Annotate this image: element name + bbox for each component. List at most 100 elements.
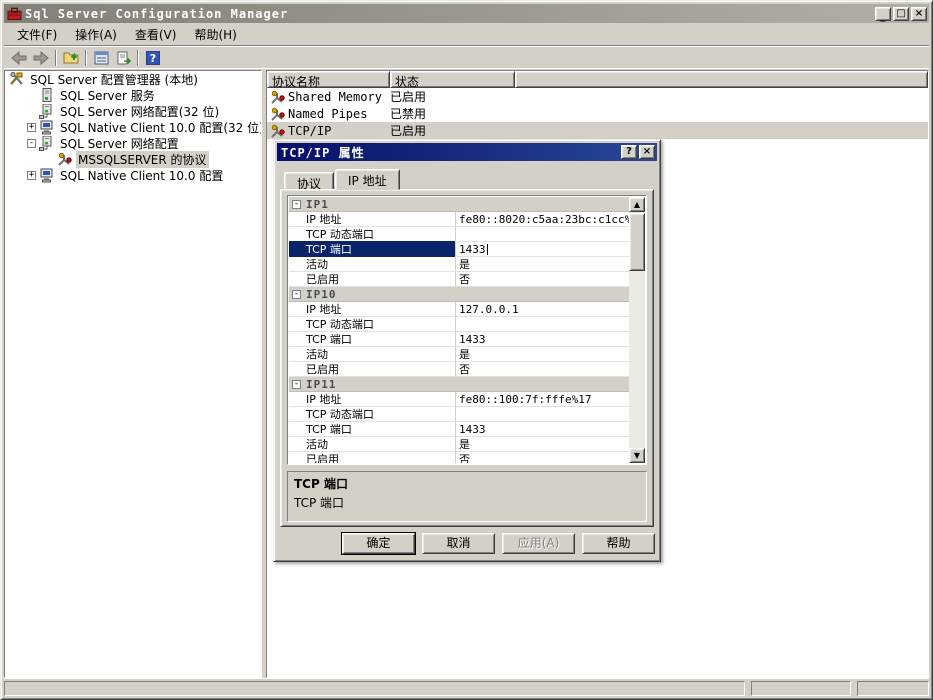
tree-item-2[interactable]: SQL Server 网络配置(32 位) — [5, 103, 261, 119]
column-header-blank[interactable] — [515, 71, 928, 88]
maximize-button[interactable]: □ — [893, 7, 909, 21]
section-name: IP11 — [306, 378, 337, 391]
grid-row-ip1-4[interactable]: 已启用否 — [289, 272, 629, 287]
column-header-status[interactable]: 状态 — [390, 71, 515, 88]
minimize-button[interactable]: _ — [875, 7, 891, 21]
expand-icon[interactable]: + — [27, 123, 36, 132]
cancel-button[interactable]: 取消 — [422, 533, 495, 554]
export-list-icon[interactable] — [112, 48, 134, 68]
console-tree-panel: SQL Server 配置管理器 (本地)SQL Server 服务SQL Se… — [4, 70, 262, 678]
ok-button[interactable]: 确定 — [342, 533, 415, 554]
back-arrow-icon[interactable] — [8, 48, 30, 68]
tree-item-4[interactable]: - SQL Server 网络配置 — [5, 135, 261, 151]
grid-section-ip10[interactable]: -IP10 — [289, 287, 629, 302]
tree-item-label[interactable]: SQL Server 配置管理器 (本地) — [28, 71, 200, 88]
grid-row-ip1-1[interactable]: TCP 动态端口 — [289, 227, 629, 242]
tree-item-label[interactable]: MSSQLSERVER 的协议 — [76, 151, 209, 168]
protocol-icon — [270, 107, 286, 121]
grid-row-ip1-3[interactable]: 活动是 — [289, 257, 629, 272]
scrollbar-up-icon[interactable]: ▲ — [629, 197, 645, 212]
tree-item-label[interactable]: SQL Native Client 10.0 配置 — [58, 167, 225, 184]
grid-row-ip11-3[interactable]: 活动是 — [289, 437, 629, 452]
grid-row-ip10-2[interactable]: TCP 端口1433 — [289, 332, 629, 347]
help-button[interactable]: 帮助 — [582, 533, 655, 554]
grid-row-ip10-3[interactable]: 活动是 — [289, 347, 629, 362]
collapse-icon[interactable]: - — [27, 139, 36, 148]
property-label: TCP 端口 — [289, 421, 455, 437]
forward-arrow-icon[interactable] — [30, 48, 52, 68]
grid-row-ip1-2[interactable]: TCP 端口1433 — [289, 242, 629, 257]
property-value[interactable]: 是 — [455, 437, 629, 451]
grid-row-ip11-2[interactable]: TCP 端口1433 — [289, 422, 629, 437]
property-label: 已启用 — [289, 361, 455, 377]
tree-item-label[interactable]: SQL Server 网络配置(32 位) — [58, 103, 221, 120]
servernet-icon — [39, 104, 55, 119]
dialog-close-button[interactable]: × — [639, 145, 655, 159]
scrollbar-thumb[interactable] — [629, 213, 645, 271]
scrollbar-down-icon[interactable]: ▼ — [629, 448, 645, 463]
servernet-icon — [39, 136, 55, 151]
property-value[interactable]: 1433 — [455, 242, 629, 256]
tree-item-1[interactable]: SQL Server 服务 — [5, 87, 261, 103]
grid-section-ip1[interactable]: -IP1 — [289, 197, 629, 212]
grid-row-ip10-0[interactable]: IP 地址127.0.0.1 — [289, 302, 629, 317]
protocol-icon — [270, 90, 286, 104]
properties-window-icon[interactable] — [90, 48, 112, 68]
menu-item-1[interactable]: 操作(A) — [66, 23, 126, 46]
expand-icon[interactable]: + — [27, 171, 36, 180]
client-icon — [39, 120, 55, 135]
grid-scrollbar[interactable]: ▲ ▼ — [629, 197, 645, 463]
collapse-icon[interactable]: - — [292, 380, 301, 389]
list-item-shared-memory[interactable]: Shared Memory已启用 — [267, 88, 928, 105]
tab-strip: 协议IP 地址 — [284, 169, 401, 190]
tree-item-label[interactable]: SQL Native Client 10.0 配置(32 位) — [58, 119, 262, 136]
property-label: TCP 动态端口 — [289, 406, 455, 422]
tree-item-3[interactable]: + SQL Native Client 10.0 配置(32 位) — [5, 119, 261, 135]
property-value[interactable]: fe80::100:7f:fffe%17 — [455, 392, 629, 406]
grid-section-ip11[interactable]: -IP11 — [289, 377, 629, 392]
tab-0[interactable]: 协议 — [284, 172, 334, 190]
list-item-tcp-ip[interactable]: TCP/IP已启用 — [267, 122, 928, 139]
help-icon[interactable]: ? — [142, 48, 164, 68]
dialog-help-button[interactable]: ? — [621, 145, 637, 159]
property-value[interactable] — [455, 407, 629, 421]
menu-item-3[interactable]: 帮助(H) — [185, 23, 245, 46]
property-value[interactable]: 是 — [455, 257, 629, 271]
column-header-protocol-name[interactable]: 协议名称 — [267, 71, 390, 88]
property-value[interactable]: 1433 — [455, 332, 629, 346]
close-button[interactable]: × — [911, 7, 927, 21]
property-value[interactable]: fe80::8020:c5aa:23bc:c1cc%10 — [455, 212, 629, 226]
text-caret — [487, 244, 488, 255]
property-value[interactable] — [455, 227, 629, 241]
tree-item-5[interactable]: MSSQLSERVER 的协议 — [5, 151, 261, 167]
grid-row-ip11-1[interactable]: TCP 动态端口 — [289, 407, 629, 422]
tree-item-0[interactable]: SQL Server 配置管理器 (本地) — [5, 71, 261, 87]
dialog-title: TCP/IP 属性 — [279, 144, 619, 161]
property-value[interactable]: 否 — [455, 452, 629, 463]
dialog-title-bar[interactable]: TCP/IP 属性 ? × — [277, 143, 657, 161]
title-bar[interactable]: Sql Server Configuration Manager _ □ × — [4, 4, 929, 23]
up-folder-icon[interactable] — [60, 48, 82, 68]
tree-item-label[interactable]: SQL Server 网络配置 — [58, 135, 181, 152]
property-value[interactable]: 否 — [455, 272, 629, 286]
menu-item-0[interactable]: 文件(F) — [8, 23, 66, 46]
grid-row-ip11-0[interactable]: IP 地址fe80::100:7f:fffe%17 — [289, 392, 629, 407]
tree-item-label[interactable]: SQL Server 服务 — [58, 87, 157, 104]
property-value[interactable]: 是 — [455, 347, 629, 361]
grid-row-ip11-4[interactable]: 已启用否 — [289, 452, 629, 463]
tab-1[interactable]: IP 地址 — [335, 169, 400, 190]
grid-row-ip1-0[interactable]: IP 地址fe80::8020:c5aa:23bc:c1cc%10 — [289, 212, 629, 227]
collapse-icon[interactable]: - — [292, 200, 301, 209]
list-item-named-pipes[interactable]: Named Pipes已禁用 — [267, 105, 928, 122]
property-value[interactable]: 否 — [455, 362, 629, 376]
menu-item-2[interactable]: 查看(V) — [126, 23, 186, 46]
grid-row-ip10-4[interactable]: 已启用否 — [289, 362, 629, 377]
collapse-icon[interactable]: - — [292, 290, 301, 299]
property-value[interactable] — [455, 317, 629, 331]
property-value[interactable]: 1433 — [455, 422, 629, 436]
grid-row-ip10-1[interactable]: TCP 动态端口 — [289, 317, 629, 332]
toolbar-separator — [85, 50, 87, 66]
property-label: IP 地址 — [289, 391, 455, 407]
property-value[interactable]: 127.0.0.1 — [455, 302, 629, 316]
tree-item-6[interactable]: + SQL Native Client 10.0 配置 — [5, 167, 261, 183]
